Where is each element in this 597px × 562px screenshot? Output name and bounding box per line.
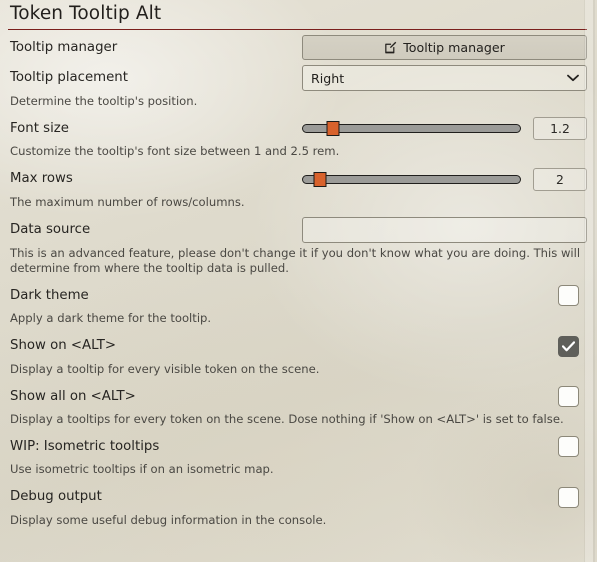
setting-data-source: Data source This is an advanced feature,… (8, 212, 587, 279)
setting-control: 1.2 (296, 117, 587, 141)
max-rows-value: 2 (533, 167, 587, 191)
setting-control (296, 386, 587, 408)
setting-label: Debug output (10, 489, 102, 505)
setting-label: Max rows (10, 171, 73, 187)
setting-control: Tooltip manager (296, 35, 587, 60)
show-all-on-alt-checkbox[interactable] (558, 386, 579, 408)
setting-show-on-alt: Show on <ALT> Display a tooltip for ever… (8, 329, 587, 379)
setting-control (296, 216, 587, 243)
show-on-alt-checkbox[interactable] (558, 335, 579, 357)
setting-label: Show all on <ALT> (10, 388, 136, 404)
max-rows-slider[interactable] (302, 169, 521, 189)
setting-max-rows: Max rows 2 The maximum number of rows/co… (8, 162, 587, 212)
setting-hint: Display a tooltips for every token on th… (10, 412, 564, 427)
setting-hint: The maximum number of rows/columns. (10, 194, 245, 209)
isometric-tooltips-checkbox[interactable] (558, 436, 579, 458)
setting-label: Show on <ALT> (10, 338, 116, 354)
check-icon (561, 337, 576, 356)
pen-to-square-icon (384, 41, 397, 54)
setting-hint: Display a tooltip for every visible toke… (10, 361, 320, 376)
setting-control (296, 285, 587, 307)
font-size-value: 1.2 (533, 117, 587, 141)
setting-label: WIP: Isometric tooltips (10, 438, 160, 454)
setting-label: Font size (10, 120, 69, 136)
setting-hint: Determine the tooltip's position. (10, 94, 198, 108)
slider-track (302, 174, 521, 184)
setting-tooltip-manager: Tooltip manager Tooltip manager (8, 30, 587, 60)
setting-dark-theme: Dark theme Apply a dark theme for the to… (8, 278, 587, 328)
dark-theme-checkbox[interactable] (558, 285, 579, 307)
setting-isometric-tooltips: WIP: Isometric tooltips Use isometric to… (8, 429, 587, 479)
module-settings-panel: Token Tooltip Alt Tooltip manager Toolti… (0, 0, 597, 562)
slider-thumb[interactable] (326, 121, 340, 137)
setting-hint: Customize the tooltip's font size betwee… (10, 144, 340, 159)
setting-control (296, 436, 587, 458)
tooltip-manager-button[interactable]: Tooltip manager (302, 35, 587, 60)
tooltip-manager-button-label: Tooltip manager (403, 40, 505, 55)
setting-control (296, 486, 587, 508)
setting-tooltip-placement: Tooltip placement Right Determine the to… (8, 60, 587, 111)
setting-control: Right (296, 65, 587, 91)
font-size-slider[interactable] (302, 119, 521, 139)
setting-control: 2 (296, 167, 587, 191)
vertical-scrollbar[interactable] (584, 0, 595, 562)
debug-output-checkbox[interactable] (558, 486, 579, 508)
setting-hint: Apply a dark theme for the tooltip. (10, 311, 212, 326)
setting-label: Data source (10, 221, 91, 237)
setting-hint: Use isometric tooltips if on an isometri… (10, 462, 274, 477)
setting-show-all-on-alt: Show all on <ALT> Display a tooltips for… (8, 379, 587, 429)
setting-label: Dark theme (10, 288, 89, 303)
tooltip-placement-select[interactable]: Right (302, 65, 587, 91)
data-source-input[interactable] (302, 216, 587, 243)
setting-hint: Display some useful debug information in… (10, 512, 327, 527)
setting-debug-output: Debug output Display some useful debug i… (8, 480, 587, 530)
setting-label: Tooltip placement (10, 70, 128, 86)
setting-control (296, 335, 587, 357)
setting-label: Tooltip manager (10, 39, 118, 55)
slider-thumb[interactable] (313, 171, 327, 187)
setting-font-size: Font size 1.2 Customize the tooltip's fo… (8, 111, 587, 161)
page-title: Token Tooltip Alt (8, 0, 587, 30)
setting-hint: This is an advanced feature, please don'… (10, 245, 581, 276)
